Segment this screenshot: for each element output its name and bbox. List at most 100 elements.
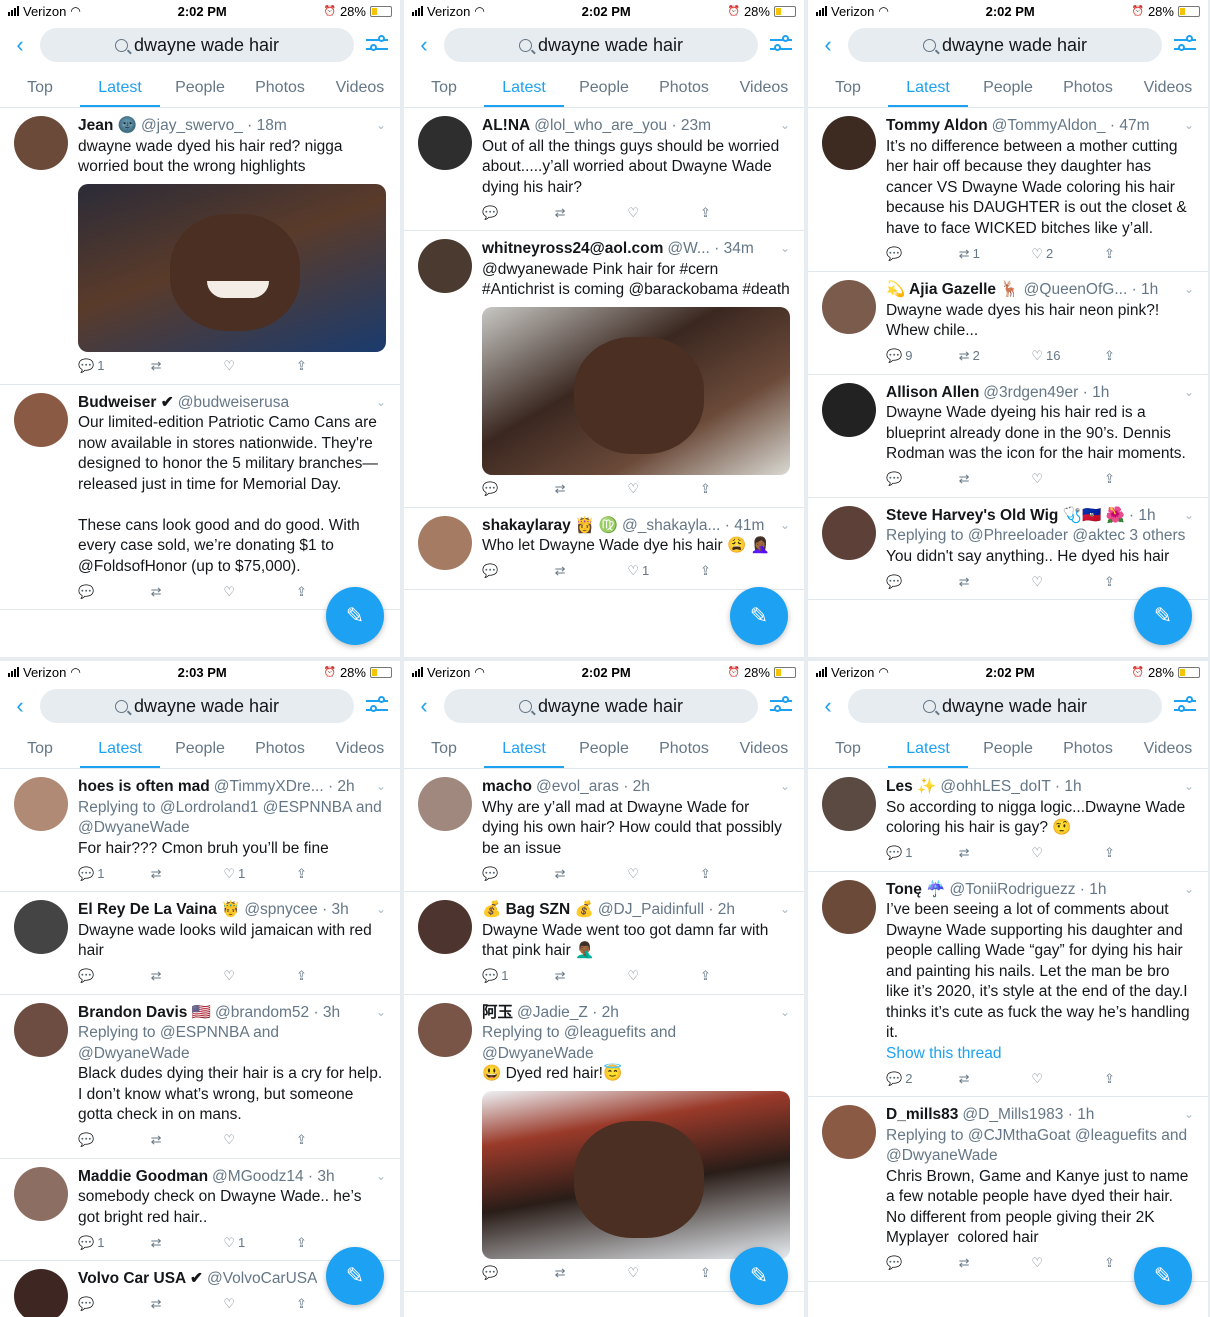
retweet-button[interactable]: ⇄	[555, 561, 595, 582]
tweet[interactable]: ⌄ whitneyross24@aol.com @W... · 34m @dwyane…	[404, 231, 804, 508]
retweet-button[interactable]: ⇄	[555, 1263, 595, 1284]
share-button[interactable]: ⇪	[700, 479, 740, 500]
chevron-down-icon[interactable]: ⌄	[780, 779, 790, 793]
like-button[interactable]: ♡	[627, 1263, 667, 1284]
avatar[interactable]	[418, 116, 472, 170]
chevron-down-icon[interactable]: ⌄	[376, 902, 386, 916]
retweet-button[interactable]: ⇄	[959, 469, 999, 490]
tweet[interactable]: ⌄ 💫 Ajia Gazelle 🦌 @QueenOfG... · 1h Dwayne…	[808, 272, 1208, 375]
reply-button[interactable]: 💬	[886, 572, 926, 593]
author-name[interactable]: D_mills83	[886, 1105, 958, 1126]
avatar[interactable]	[418, 515, 472, 570]
avatar[interactable]	[14, 900, 68, 954]
like-button[interactable]: ♡ 1	[223, 864, 263, 885]
author-name[interactable]: 阿玉	[482, 1003, 513, 1024]
tab-people[interactable]: People	[968, 68, 1048, 107]
chevron-down-icon[interactable]: ⌄	[376, 118, 386, 132]
author-name[interactable]: El Rey De La Vaina 🤴	[78, 900, 240, 921]
tab-videos[interactable]: Videos	[320, 729, 400, 768]
tab-videos[interactable]: Videos	[724, 68, 804, 107]
reply-button[interactable]: 💬 9	[886, 346, 926, 367]
tweet[interactable]: ⌄ Jean 🌚 @jay_swervo_ · 18m dwayne wade dye…	[0, 108, 400, 385]
like-button[interactable]: ♡	[223, 966, 263, 987]
chevron-down-icon[interactable]: ⌄	[1184, 282, 1194, 296]
tab-photos[interactable]: Photos	[644, 68, 724, 107]
like-button[interactable]: ♡	[1031, 469, 1071, 490]
avatar[interactable]	[418, 1002, 472, 1057]
tweet[interactable]: ⌄ Steve Harvey's Old Wig 🩺🇭🇹 🌺 · 1h Replyin…	[808, 498, 1208, 600]
reply-button[interactable]: 💬	[482, 561, 522, 582]
author-name[interactable]: whitneyross24@aol.com	[482, 239, 663, 260]
reply-button[interactable]: 💬 1	[78, 1233, 118, 1254]
reply-button[interactable]: 💬 2	[886, 1069, 926, 1090]
share-button[interactable]: ⇪	[1104, 469, 1144, 490]
tab-people[interactable]: People	[160, 729, 240, 768]
author-name[interactable]: AL!NA	[482, 116, 530, 137]
avatar[interactable]	[14, 1269, 68, 1317]
avatar[interactable]	[822, 382, 876, 437]
tab-people[interactable]: People	[968, 729, 1048, 768]
tweet[interactable]: ⌄ Allison Allen @3rdgen49er · 1h Dwayne Wad…	[808, 375, 1208, 498]
author-name[interactable]: shakaylaray 👸 ♍	[482, 516, 618, 537]
like-button[interactable]: ♡ 2	[1031, 244, 1071, 265]
chevron-down-icon[interactable]: ⌄	[780, 1005, 790, 1019]
share-button[interactable]: ⇪	[700, 561, 740, 582]
share-button[interactable]: ⇪	[1104, 843, 1144, 864]
tab-top[interactable]: Top	[404, 68, 484, 107]
reply-button[interactable]: 💬 1	[886, 843, 926, 864]
tweet[interactable]: ⌄ Budweiser ✔ @budweiserusa Our limited-edi…	[0, 385, 400, 610]
author-name[interactable]: Budweiser ✔	[78, 393, 174, 414]
filter-settings-icon[interactable]	[1172, 34, 1198, 56]
like-button[interactable]: ♡	[1031, 1253, 1071, 1274]
chevron-down-icon[interactable]: ⌄	[780, 241, 790, 255]
like-button[interactable]: ♡ 1	[223, 1233, 263, 1254]
retweet-button[interactable]: ⇄	[555, 864, 595, 885]
share-button[interactable]: ⇪	[1104, 1069, 1144, 1090]
author-name[interactable]: Brandon Davis 🇺🇸	[78, 1003, 211, 1024]
compose-tweet-button[interactable]: ✎	[326, 1247, 384, 1305]
search-input[interactable]: dwayne wade hair	[40, 28, 354, 62]
reply-context[interactable]: Replying to @Phreeloader @aktec 3 others	[886, 526, 1194, 547]
back-chevron-icon[interactable]: ‹	[818, 32, 838, 58]
avatar[interactable]	[14, 116, 68, 170]
reply-button[interactable]: 💬	[482, 479, 522, 500]
author-name[interactable]: Steve Harvey's Old Wig 🩺🇭🇹 🌺	[886, 506, 1125, 527]
author-name[interactable]: Volvo Car USA ✔	[78, 1269, 203, 1290]
tweet[interactable]: ⌄ Les ✨ @ohhLES_doIT · 1h So according to n…	[808, 769, 1208, 872]
chevron-down-icon[interactable]: ⌄	[376, 1169, 386, 1183]
share-button[interactable]: ⇪	[296, 1130, 336, 1151]
avatar[interactable]	[418, 777, 472, 831]
filter-settings-icon[interactable]	[768, 695, 794, 717]
reply-context[interactable]: Replying to @leaguefits and @DwyaneWade	[482, 1023, 790, 1064]
reply-button[interactable]: 💬 1	[482, 966, 522, 987]
like-button[interactable]: ♡	[1031, 572, 1071, 593]
tab-top[interactable]: Top	[0, 729, 80, 768]
retweet-button[interactable]: ⇄	[959, 572, 999, 593]
filter-settings-icon[interactable]	[364, 695, 390, 717]
reply-button[interactable]: 💬 1	[78, 864, 118, 885]
back-chevron-icon[interactable]: ‹	[414, 693, 434, 719]
chevron-down-icon[interactable]: ⌄	[780, 902, 790, 916]
retweet-button[interactable]: ⇄	[151, 1233, 191, 1254]
tab-top[interactable]: Top	[404, 729, 484, 768]
reply-context[interactable]: Replying to @CJMthaGoat @leaguefits and …	[886, 1126, 1194, 1167]
tab-people[interactable]: People	[160, 68, 240, 107]
author-name[interactable]: 💫 Ajia Gazelle 🦌	[886, 280, 1020, 301]
avatar[interactable]	[418, 239, 472, 293]
like-button[interactable]: ♡	[627, 479, 667, 500]
avatar[interactable]	[14, 1002, 68, 1057]
chevron-down-icon[interactable]: ⌄	[376, 1005, 386, 1019]
retweet-button[interactable]: ⇄	[555, 479, 595, 500]
tab-latest[interactable]: Latest	[888, 729, 968, 768]
reply-button[interactable]: 💬	[78, 1130, 118, 1151]
reply-button[interactable]: 💬	[482, 864, 522, 885]
chevron-down-icon[interactable]: ⌄	[1184, 118, 1194, 132]
tab-photos[interactable]: Photos	[1048, 729, 1128, 768]
tweet-photo[interactable]	[482, 1090, 790, 1259]
share-button[interactable]: ⇪	[296, 356, 336, 377]
chevron-down-icon[interactable]: ⌄	[1184, 1107, 1194, 1121]
avatar[interactable]	[14, 392, 68, 447]
tab-people[interactable]: People	[564, 729, 644, 768]
back-chevron-icon[interactable]: ‹	[818, 693, 838, 719]
author-name[interactable]: macho	[482, 777, 532, 798]
